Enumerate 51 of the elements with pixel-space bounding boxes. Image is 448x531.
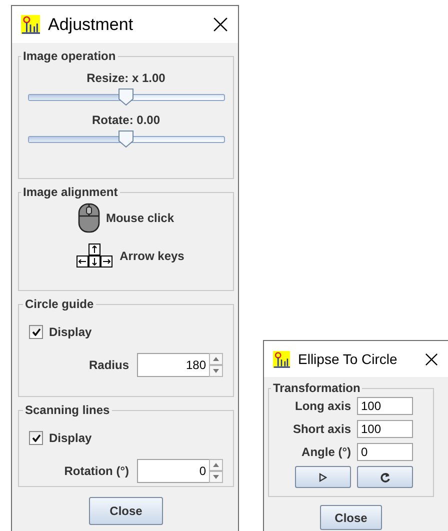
group-title: Image operation [22,49,117,63]
checkbox-label: Display [49,325,92,339]
checkmark-icon [32,434,40,442]
slider-thumb[interactable] [118,88,134,106]
arrow-keys-icon [76,243,114,269]
number-field[interactable]: 180 [137,353,209,377]
slider[interactable] [28,87,224,107]
checkbox[interactable] [29,325,43,339]
checkbox-label: Display [49,431,92,445]
slider[interactable] [28,129,224,149]
field-label: Rotation (°) [64,464,129,478]
up-arrow-icon [213,357,219,361]
down-arrow-icon [213,369,219,373]
text-field[interactable]: 0 [357,443,413,461]
close-icon[interactable] [213,17,228,32]
window-title: Ellipse To Circle [298,351,398,367]
close-button[interactable]: Close [89,497,163,525]
rotate-button[interactable] [357,466,413,488]
spin-up-button[interactable] [209,459,223,471]
slider-label: Rotate: 0.00 [92,113,160,127]
field-label: Radius [88,358,129,372]
rotate-icon [380,472,390,482]
field-label: Long axis [294,399,351,413]
spin-down-button[interactable] [209,471,223,483]
field-label: Short axis [292,422,351,436]
close-icon[interactable] [425,352,438,366]
app-icon [21,15,40,34]
text-field[interactable]: 100 [357,397,413,415]
up-arrow-icon [213,463,219,467]
app-icon [273,350,290,368]
checkbox[interactable] [29,431,43,445]
group-title: Scanning lines [24,403,111,417]
hint-text: Mouse click [106,211,174,225]
close-button[interactable]: Close [320,505,382,530]
field-label: Angle (°) [302,445,351,459]
mouse-icon [78,203,100,233]
down-arrow-icon [213,475,219,479]
hint-text: Arrow keys [120,249,184,263]
play-icon [319,472,327,482]
group-title: Image alignment [22,185,119,199]
slider-label: Resize: x 1.00 [86,71,166,85]
spin-up-button[interactable] [209,353,223,365]
number-field[interactable]: 0 [137,459,209,483]
spin-down-button[interactable] [209,365,223,377]
group-title: Circle guide [24,297,95,311]
window-title: Adjustment [48,14,134,34]
slider-thumb[interactable] [118,130,134,148]
group-title: Transformation [272,381,362,395]
checkmark-icon [32,328,40,336]
play-button[interactable] [295,466,351,488]
text-field[interactable]: 100 [357,420,413,438]
